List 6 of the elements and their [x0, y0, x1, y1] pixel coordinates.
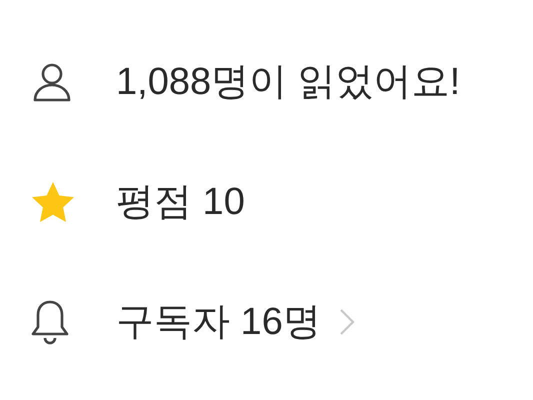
- bell-icon: [30, 299, 70, 345]
- chevron-right-icon[interactable]: [338, 308, 355, 336]
- info-text: 구독자 16명: [116, 300, 321, 344]
- info-text: 1,088명이 읽었어요!: [116, 60, 460, 104]
- star-icon: [30, 180, 76, 224]
- info-text: 평점 10: [116, 180, 245, 224]
